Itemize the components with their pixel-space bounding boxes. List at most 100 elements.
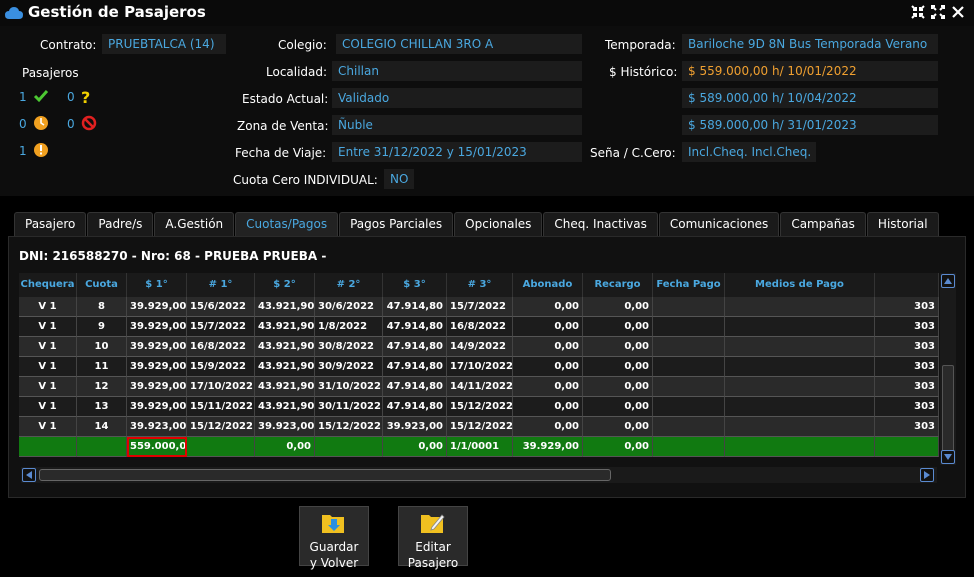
cell-pago2[interactable]: 43.921,90: [255, 297, 315, 317]
cell-abonado[interactable]: 0,00: [513, 417, 583, 437]
cell-chequera[interactable]: V 1: [19, 417, 77, 437]
cell-pago1[interactable]: 39.929,00: [127, 377, 187, 397]
total-cell-medios-pago[interactable]: [725, 437, 875, 457]
total-cell-fecha2[interactable]: [315, 437, 383, 457]
cell-fecha1[interactable]: 17/10/2022: [187, 377, 255, 397]
total-cell-abonado[interactable]: 39.929,00: [513, 437, 583, 457]
cell-cuota[interactable]: 9: [77, 317, 127, 337]
close-icon[interactable]: [950, 4, 966, 20]
cell-medios-pago[interactable]: [725, 357, 875, 377]
table-row[interactable]: V 1 14 39.923,00 15/12/2022 39.923,00 15/12/2…: [19, 417, 939, 437]
vertical-scroll-thumb[interactable]: [942, 365, 954, 461]
cell-chequera[interactable]: V 1: [19, 357, 77, 377]
header-fecha-pago[interactable]: Fecha Pago: [653, 273, 725, 297]
cell-chequera[interactable]: V 1: [19, 397, 77, 417]
cell-fecha1[interactable]: 15/6/2022: [187, 297, 255, 317]
cell-fecha2[interactable]: 1/8/2022: [315, 317, 383, 337]
scroll-right-icon[interactable]: [920, 468, 934, 482]
cell-fecha-pago[interactable]: [653, 417, 725, 437]
total-cell-fecha1[interactable]: [187, 437, 255, 457]
cell-chequera[interactable]: V 1: [19, 377, 77, 397]
horizontal-scroll-thumb[interactable]: [39, 469, 611, 481]
cell-fecha2[interactable]: 30/9/2022: [315, 357, 383, 377]
table-row[interactable]: V 1 13 39.929,00 15/11/2022 43.921,90 30/11/2…: [19, 397, 939, 417]
cell-fecha1[interactable]: 15/11/2022: [187, 397, 255, 417]
cell-pago3[interactable]: 47.914,80: [383, 337, 447, 357]
cell-abonado[interactable]: 0,00: [513, 377, 583, 397]
cell-extra[interactable]: 303: [875, 417, 939, 437]
cell-extra[interactable]: 303: [875, 377, 939, 397]
table-row[interactable]: V 1 8 39.929,00 15/6/2022 43.921,90 30/6/2022…: [19, 297, 939, 317]
total-cell-recargo[interactable]: 0,00: [583, 437, 653, 457]
cell-fecha2[interactable]: 30/11/2022: [315, 397, 383, 417]
scroll-left-icon[interactable]: [22, 468, 36, 482]
cell-chequera[interactable]: V 1: [19, 297, 77, 317]
header-fecha3[interactable]: # 3°: [447, 273, 513, 297]
vertical-scrollbar[interactable]: [940, 273, 956, 465]
total-cell-chequera[interactable]: [19, 437, 77, 457]
cell-extra[interactable]: 303: [875, 337, 939, 357]
cell-fecha3[interactable]: 16/8/2022: [447, 317, 513, 337]
table-row[interactable]: V 1 11 39.929,00 15/9/2022 43.921,90 30/9/202…: [19, 357, 939, 377]
cell-chequera[interactable]: V 1: [19, 337, 77, 357]
total-pago1-edit-cell[interactable]: 559.000,00: [127, 437, 193, 457]
cell-abonado[interactable]: 0,00: [513, 297, 583, 317]
total-cell-pago2[interactable]: 0,00: [255, 437, 315, 457]
tab-comunicaciones[interactable]: Comunicaciones: [658, 212, 780, 236]
cell-pago3[interactable]: 47.914,80: [383, 397, 447, 417]
cell-abonado[interactable]: 0,00: [513, 357, 583, 377]
cell-fecha3[interactable]: 15/7/2022: [447, 297, 513, 317]
compress-icon[interactable]: [910, 4, 926, 20]
cell-chequera[interactable]: V 1: [19, 317, 77, 337]
editar-pasajero-button[interactable]: Editar Pasajero: [398, 506, 468, 570]
cell-extra[interactable]: 303: [875, 317, 939, 337]
tab-opcionales[interactable]: Opcionales: [454, 212, 543, 236]
cell-pago1[interactable]: 39.929,00: [127, 317, 187, 337]
horizontal-scrollbar[interactable]: [21, 467, 937, 483]
cell-pago2[interactable]: 43.921,90: [255, 317, 315, 337]
header-fecha1[interactable]: # 1°: [187, 273, 255, 297]
expand-icon[interactable]: [930, 4, 946, 20]
cell-cuota[interactable]: 10: [77, 337, 127, 357]
cell-fecha1[interactable]: 15/12/2022: [187, 417, 255, 437]
cell-medios-pago[interactable]: [725, 337, 875, 357]
header-abonado[interactable]: Abonado: [513, 273, 583, 297]
scroll-up-icon[interactable]: [941, 274, 955, 288]
header-pago1[interactable]: $ 1°: [127, 273, 187, 297]
table-row[interactable]: V 1 10 39.929,00 16/8/2022 43.921,90 30/8/202…: [19, 337, 939, 357]
cell-pago2[interactable]: 43.921,90: [255, 397, 315, 417]
cell-recargo[interactable]: 0,00: [583, 337, 653, 357]
cell-fecha3[interactable]: 15/12/2022: [447, 417, 513, 437]
cell-fecha2[interactable]: 15/12/2022: [315, 417, 383, 437]
tab-historial[interactable]: Historial: [866, 212, 939, 236]
cell-pago1[interactable]: 39.923,00: [127, 417, 187, 437]
cell-fecha3[interactable]: 17/10/2022: [447, 357, 513, 377]
total-cell-cuota[interactable]: [77, 437, 127, 457]
cell-pago2[interactable]: 43.921,90: [255, 337, 315, 357]
tab-pasajero[interactable]: Pasajero: [14, 212, 87, 236]
cell-pago1[interactable]: 39.929,00: [127, 337, 187, 357]
header-pago2[interactable]: $ 2°: [255, 273, 315, 297]
tab-cheq-inactivas[interactable]: Cheq. Inactivas: [543, 212, 658, 236]
cell-pago3[interactable]: 47.914,80: [383, 317, 447, 337]
cell-abonado[interactable]: 0,00: [513, 337, 583, 357]
cell-recargo[interactable]: 0,00: [583, 297, 653, 317]
cell-pago1[interactable]: 39.929,00: [127, 357, 187, 377]
header-pago3[interactable]: $ 3°: [383, 273, 447, 297]
cell-abonado[interactable]: 0,00: [513, 397, 583, 417]
header-chequera[interactable]: Chequera: [19, 273, 77, 297]
cell-cuota[interactable]: 11: [77, 357, 127, 377]
cell-fecha1[interactable]: 15/9/2022: [187, 357, 255, 377]
total-cell-extra[interactable]: [875, 437, 939, 457]
cell-pago2[interactable]: 43.921,90: [255, 357, 315, 377]
table-row[interactable]: V 1 9 39.929,00 15/7/2022 43.921,90 1/8/2022 4…: [19, 317, 939, 337]
cell-recargo[interactable]: 0,00: [583, 377, 653, 397]
cell-extra[interactable]: 303: [875, 297, 939, 317]
header-fecha2[interactable]: # 2°: [315, 273, 383, 297]
total-cell-fecha-pago[interactable]: [653, 437, 725, 457]
cell-medios-pago[interactable]: [725, 297, 875, 317]
table-row[interactable]: V 1 12 39.929,00 17/10/2022 43.921,90 31/10/2…: [19, 377, 939, 397]
cell-abonado[interactable]: 0,00: [513, 317, 583, 337]
total-cell-pago3[interactable]: 0,00: [383, 437, 447, 457]
cell-extra[interactable]: 303: [875, 357, 939, 377]
